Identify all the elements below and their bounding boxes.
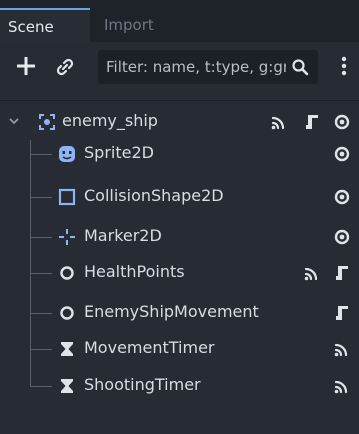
node-circle-icon xyxy=(60,306,74,320)
tab-scene-label: Scene xyxy=(8,18,54,36)
visibility-eye-icon[interactable] xyxy=(333,228,351,246)
tree-branch-line xyxy=(30,349,52,350)
collision-shape-icon xyxy=(58,188,76,206)
tree-branch-line xyxy=(30,154,52,155)
filter-box xyxy=(98,50,318,84)
tree-label: CollisionShape2D xyxy=(84,186,224,205)
timer-hourglass-icon xyxy=(61,342,73,356)
tree-label: HealthPoints xyxy=(84,262,185,281)
script-icon[interactable] xyxy=(333,304,351,322)
tree-branch-line xyxy=(30,237,52,238)
dock-menu-edge: ⋮ xyxy=(354,18,359,34)
tab-scene[interactable]: Scene xyxy=(0,8,90,42)
tab-import[interactable]: Import xyxy=(104,8,154,42)
visibility-eye-icon[interactable] xyxy=(333,188,351,206)
tree-row-movementtimer[interactable]: MovementTimer xyxy=(0,334,359,364)
tree-label: ShootingTimer xyxy=(84,375,201,394)
toolbar-divider xyxy=(0,100,359,101)
signal-icon[interactable] xyxy=(333,377,351,395)
instantiate-scene-button[interactable] xyxy=(54,56,76,78)
scene-menu-button[interactable] xyxy=(340,54,348,78)
search-icon xyxy=(292,59,309,76)
tree-label: EnemyShipMovement xyxy=(84,302,259,321)
tab-import-label: Import xyxy=(104,16,154,34)
kebab-menu-icon xyxy=(341,56,347,76)
tree-row-marker2d[interactable]: Marker2D xyxy=(0,222,359,252)
dock-tab-bar: Scene Import ⋮ xyxy=(0,0,359,42)
tree-label: Sprite2D xyxy=(84,143,154,162)
visibility-eye-icon[interactable] xyxy=(333,145,351,163)
tree-row-sprite2d[interactable]: Sprite2D xyxy=(0,139,359,169)
marker-crosshair-icon xyxy=(59,229,75,245)
chain-link-icon xyxy=(56,58,74,76)
signal-icon[interactable] xyxy=(333,340,351,358)
node2d-icon xyxy=(39,114,55,130)
add-node-button[interactable] xyxy=(14,54,38,78)
tree-row-shootingtimer[interactable]: ShootingTimer xyxy=(0,371,359,401)
chevron-down-icon[interactable] xyxy=(8,115,20,127)
plus-icon xyxy=(17,57,35,75)
tree-branch-line xyxy=(30,386,52,387)
tree-row-healthpoints[interactable]: HealthPoints xyxy=(0,258,359,288)
signal-icon[interactable] xyxy=(270,113,288,131)
tree-row-root[interactable]: enemy_ship xyxy=(0,107,359,137)
tree-row-collisionshape2d[interactable]: CollisionShape2D xyxy=(0,182,359,212)
sprite-icon xyxy=(59,146,75,162)
node-circle-icon xyxy=(60,266,74,280)
timer-hourglass-icon xyxy=(61,379,73,393)
tree-row-enemyshipmovement[interactable]: EnemyShipMovement xyxy=(0,298,359,328)
script-icon[interactable] xyxy=(303,113,321,131)
tree-branch-line xyxy=(30,313,52,314)
signal-icon[interactable] xyxy=(303,264,321,282)
tree-branch-line xyxy=(30,197,52,198)
tree-label-root: enemy_ship xyxy=(62,111,158,130)
tree-label: Marker2D xyxy=(84,226,162,245)
script-icon[interactable] xyxy=(333,264,351,282)
tree-branch-line xyxy=(30,273,52,274)
scene-toolbar xyxy=(0,42,359,98)
tree-label: MovementTimer xyxy=(84,338,215,357)
visibility-eye-icon[interactable] xyxy=(333,113,351,131)
filter-input[interactable] xyxy=(106,50,286,84)
